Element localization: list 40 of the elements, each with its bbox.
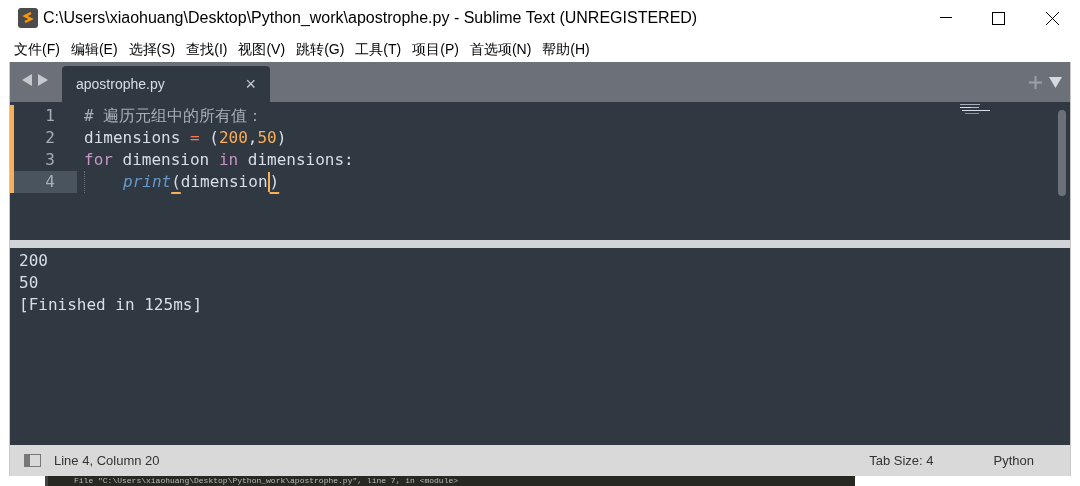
minimap-drawing [960,104,992,114]
line-number: 3 [44,149,56,171]
tab-close-button[interactable]: × [245,75,256,93]
minimize-icon [940,17,952,19]
tab-size[interactable]: Tab Size: 4 [869,450,934,471]
menu-item[interactable]: 首选项(N) [469,38,532,60]
cursor-position: Line 4, Column 20 [54,451,160,470]
menu-item[interactable]: 项目(P) [412,38,459,60]
menu-item[interactable]: 跳转(G) [296,38,345,60]
menu-item[interactable]: 视图(V) [238,38,286,60]
app-logo-icon [18,8,38,28]
output-line: 200 [19,250,49,271]
line-number: 2 [44,127,56,149]
background-window-text: File "C:\Users\xiaohuang\Desktop\Python_work\apostrophe.py", line 7, in <module> [74,476,459,486]
line-number: 1 [44,105,56,127]
tab-right-arrow-icon[interactable] [38,74,48,86]
menu-item[interactable]: 查找(I) [186,38,228,60]
close-icon [1045,11,1059,25]
code-line: dimensions = (200,50) [84,127,287,149]
panel-toggle-icon[interactable] [24,454,41,467]
window-title: C:\Users\xiaohuang\Desktop\Python_work\apostrophe.py - Sublime Text (UNREGISTERED) [43,8,698,28]
code-line: print(dimension) [123,171,280,194]
new-tab-icon[interactable] [1029,76,1042,89]
code-line: # 遍历元组中的所有值： [84,105,264,127]
scrollbar[interactable] [1058,110,1066,196]
file-tab[interactable]: apostrophe.py × [62,66,270,102]
menu-item[interactable]: 工具(T) [355,38,402,60]
tab-left-arrow-icon[interactable] [22,74,32,86]
tab-menu-icon[interactable] [1049,77,1062,88]
syntax-name[interactable]: Python [993,450,1034,471]
menu-item[interactable]: 文件(F) [14,38,60,60]
output-line: 50 [19,272,40,293]
code-line: for dimension in dimensions: [84,149,354,171]
menu-item[interactable]: 编辑(E) [70,38,118,60]
menu-item[interactable]: 帮助(H) [542,38,590,60]
menu-item[interactable]: 选择(S) [128,38,176,60]
tab-label: apostrophe.py [76,74,165,94]
output-line: [Finished in 125ms] [19,294,204,315]
maximize-icon [991,11,1005,25]
line-number: 4 [14,171,77,193]
